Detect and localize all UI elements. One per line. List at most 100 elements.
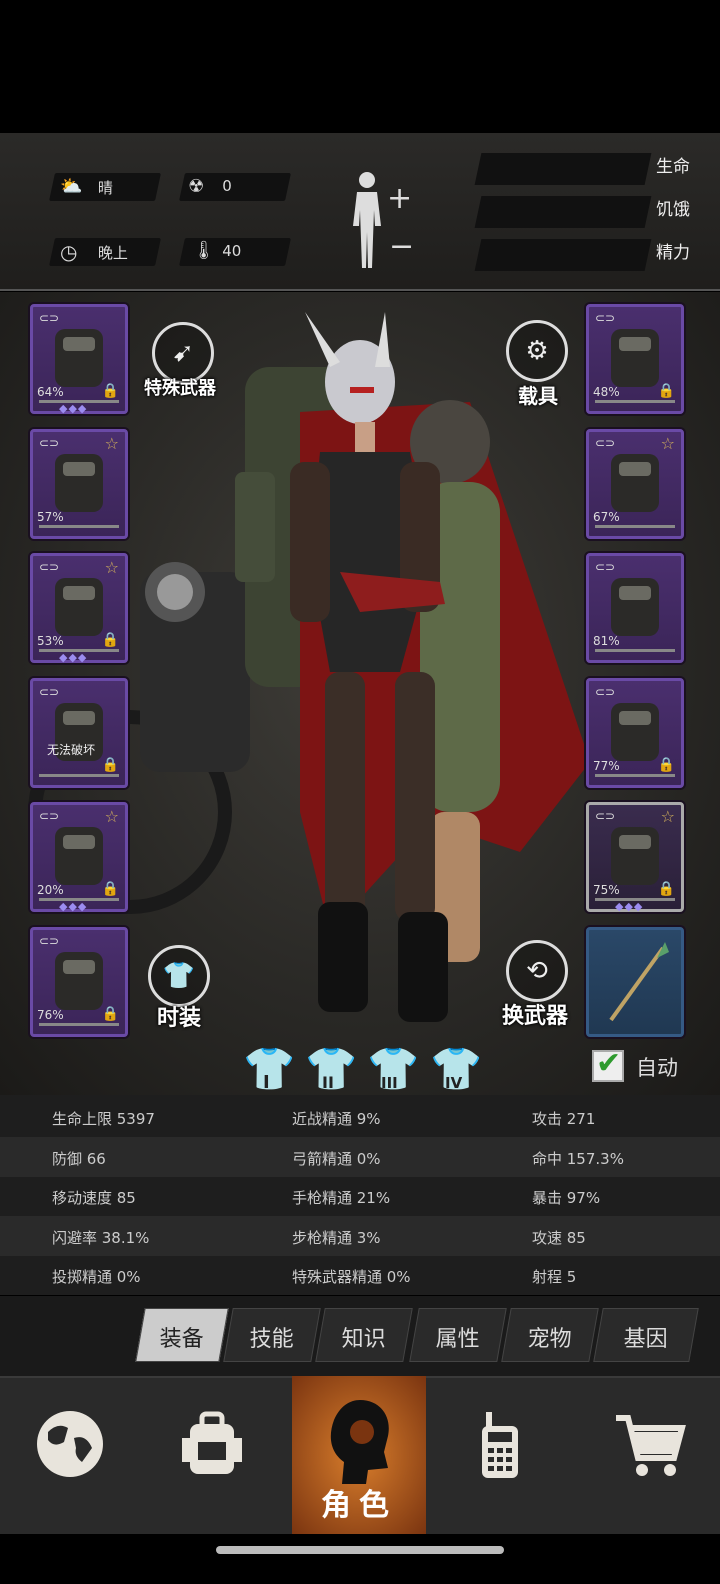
pistol-icon [611, 827, 659, 885]
radiation-pill: ☢ 0 [179, 173, 291, 201]
lock-icon: 🔒 [101, 383, 119, 399]
lock-icon: 🔒 [101, 1005, 119, 1022]
outfit-tab-4[interactable]: 👕 IV [430, 1043, 482, 1095]
durability-percent: 53% [37, 634, 64, 648]
tshirt-icon: 👕 [162, 961, 196, 991]
weather-pill: ⛅ 晴 [49, 173, 161, 201]
shield-slot[interactable]: ⊂⊃ 77% 🔒 [586, 677, 684, 788]
temperature-pill: 🌡 40 [179, 238, 291, 266]
outfit-tab-2[interactable]: 👕 II [305, 1043, 357, 1095]
durability-percent: 77% [593, 758, 620, 773]
fashion-label: 时装 [157, 1006, 202, 1031]
tab-label: 装备 [159, 1327, 204, 1352]
lock-icon: 🔒 [101, 756, 119, 773]
swap-icon: ⟲ [526, 956, 548, 986]
jacket-slot[interactable]: ⊂⊃ ☆ 53% 🔒 ◆◆◆ [30, 553, 128, 664]
checkmark-icon: ✔ [596, 1046, 622, 1081]
outfit-tab-1[interactable]: 👕 I [243, 1043, 295, 1095]
shirt-slot[interactable]: ⊂⊃ ☆ 57% [30, 428, 128, 539]
durability-percent: 48% [593, 385, 620, 399]
cart-icon [616, 1415, 686, 1476]
goggles-slot[interactable]: ⊂⊃ 48% 🔒 [586, 304, 684, 414]
gas-mask-slot[interactable]: ⊂⊃ ☆ 67% [586, 428, 684, 539]
tab-label: 知识 [341, 1327, 386, 1352]
nav-radio[interactable] [430, 1376, 570, 1534]
nav-world[interactable] [0, 1376, 140, 1534]
boots-icon [55, 951, 103, 1010]
nav-character-label: 角色 [321, 1488, 397, 1523]
stat-cell: 暴击 97% [532, 1189, 601, 1208]
durability-bar [595, 773, 675, 777]
durability-bar [39, 773, 119, 777]
clock-icon: ◷ [60, 240, 78, 264]
motorcycle-icon: ⚙ [525, 336, 549, 366]
auto-checkbox[interactable]: ✔ [592, 1046, 624, 1082]
radiation-value: 0 [222, 177, 232, 195]
stat-row: 生命上限 5397 近战精通 9% 攻击 271 [0, 1097, 720, 1137]
slot-label: 无法破坏 [47, 742, 96, 757]
shield-icon [611, 702, 659, 761]
outfit-tab-3[interactable]: 👕 III [367, 1043, 419, 1095]
stat-cell: 射程 5 [532, 1268, 577, 1287]
stat-cell: 手枪精通 21% [292, 1189, 391, 1208]
helmet-slot[interactable]: ⊂⊃ 64% 🔒 ◆◆◆ [30, 304, 128, 415]
nav-character[interactable]: 角色 [292, 1376, 426, 1534]
gas-mask-icon [611, 453, 659, 512]
vest-slot[interactable]: ⊂⊃ 81% [586, 553, 684, 663]
tab-5[interactable]: 基因 [593, 1308, 699, 1362]
tab-4[interactable]: 宠物 [501, 1308, 599, 1362]
tab-1[interactable]: 技能 [223, 1308, 321, 1362]
cloud-sun-icon: ⛅ [60, 176, 83, 197]
stat-cell: 弓箭精通 0% [292, 1149, 381, 1168]
tab-label: 基因 [623, 1327, 668, 1352]
fashion-button[interactable]: 👕 [148, 945, 210, 1007]
nav-shop[interactable] [580, 1376, 720, 1534]
durability-percent: 67% [593, 509, 620, 524]
weather-label: 晴 [97, 179, 113, 197]
vital-name: 生命 [656, 157, 690, 177]
melee-weapon-slot[interactable] [586, 927, 684, 1037]
durability-percent: 57% [37, 509, 64, 524]
spear-icon [609, 942, 669, 1022]
stat-cell: 特殊武器精通 0% [292, 1268, 411, 1287]
radio-icon [482, 1412, 518, 1478]
lock-icon: 🔒 [657, 756, 675, 773]
stat-row: 防御 66 弓箭精通 0% 命中 157.3% [0, 1136, 720, 1177]
backpack-icon [182, 1411, 242, 1474]
home-indicator[interactable] [216, 1546, 504, 1554]
character-icon [330, 1400, 389, 1484]
durability-bar [595, 400, 675, 403]
tab-0[interactable]: 装备 [135, 1308, 229, 1362]
helmet-icon [55, 329, 103, 387]
tab-label: 技能 [249, 1327, 294, 1352]
lock-icon: 🔒 [657, 881, 675, 897]
human-figure-icon: + − [353, 172, 414, 268]
tab-3[interactable]: 属性 [409, 1308, 507, 1362]
backpack-slot[interactable]: ⊂⊃ 无法破坏 🔒 [30, 677, 128, 788]
stat-cell: 移动速度 85 [52, 1189, 136, 1208]
durability-percent: 76% [37, 1007, 64, 1022]
gem-sockets: ◆◆◆ [59, 651, 88, 664]
lock-icon: 🔒 [101, 881, 119, 897]
boots-slot[interactable]: ⊂⊃ 76% 🔒 [30, 926, 128, 1037]
vehicle-label: 载具 [518, 384, 558, 408]
durability-percent: 20% [37, 883, 64, 897]
radiation-icon: ☢ [188, 176, 205, 197]
stat-cell: 攻击 271 [532, 1110, 596, 1128]
vehicle-button[interactable]: ⚙ [506, 320, 568, 382]
body-status-button[interactable]: + − [345, 170, 415, 270]
nav-inventory[interactable] [142, 1376, 282, 1534]
tab-2[interactable]: 知识 [315, 1308, 413, 1362]
stat-cell: 命中 157.3% [532, 1149, 624, 1168]
pants-slot[interactable]: ⊂⊃ ☆ 20% 🔒 ◆◆◆ [30, 802, 128, 913]
pistol-slot[interactable]: ⊂⊃ ☆ 75% 🔒 ◆◆◆ [586, 802, 684, 913]
stat-row: 投掷精通 0% 特殊武器精通 0% 射程 5 [0, 1255, 720, 1295]
lock-icon: 🔒 [101, 632, 119, 648]
durability-percent: 64% [37, 385, 64, 399]
svg-text:−: − [389, 229, 414, 264]
stat-cell: 防御 66 [52, 1149, 106, 1168]
durability-bar [39, 524, 119, 528]
swap-weapon-button[interactable]: ⟲ [506, 940, 568, 1002]
stat-cell: 投掷精通 0% [52, 1268, 141, 1287]
time-pill: ◷ 晚上 [49, 238, 161, 266]
